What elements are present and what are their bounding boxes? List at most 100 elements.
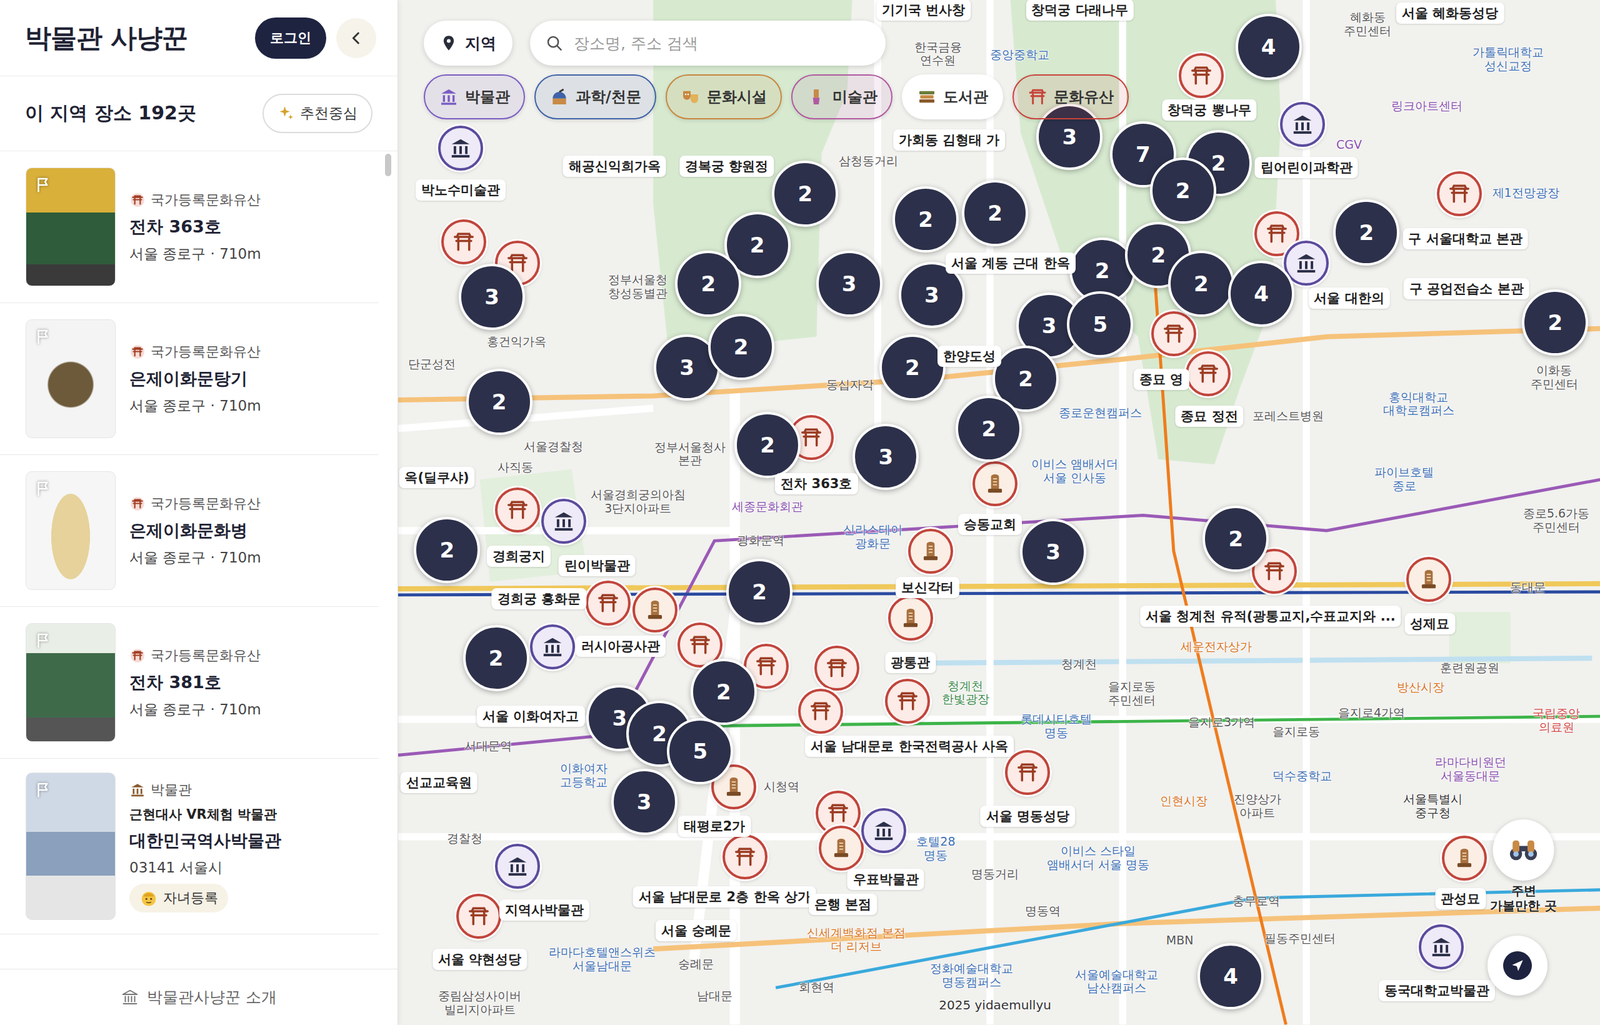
map-cluster[interactable]: 2 [466, 368, 533, 435]
map-poi-label[interactable]: 서울 계동 근대 한옥 [945, 252, 1076, 274]
map-cluster[interactable]: 2 [463, 625, 530, 692]
filter-chip[interactable]: 박물관 [423, 74, 525, 120]
map-poi-label[interactable]: 창덕궁 다래나무 [1025, 0, 1134, 21]
map-pin[interactable] [1005, 750, 1050, 795]
map-cluster[interactable]: 2 [1168, 250, 1235, 317]
map-cluster[interactable]: 4 [1197, 943, 1264, 1010]
flag-icon[interactable] [33, 327, 53, 347]
nearby-button[interactable] [1493, 819, 1555, 881]
map-cluster[interactable]: 4 [1228, 260, 1295, 327]
map-pin[interactable] [441, 219, 487, 265]
map-pin[interactable] [495, 843, 540, 889]
flag-icon[interactable] [33, 479, 53, 499]
map-cluster[interactable]: 2 [690, 658, 757, 725]
map-poi-label[interactable]: 서울 대한의 [1308, 287, 1390, 309]
region-button[interactable]: 지역 [423, 20, 513, 66]
map-cluster[interactable]: 2 [1150, 157, 1217, 224]
map-cluster[interactable]: 2 [961, 180, 1029, 247]
place-item[interactable]: 박물관근현대사 VR체험 박물관대한민국역사박물관03141 서울시자녀등록 [0, 758, 379, 935]
map-pin[interactable] [908, 528, 954, 574]
map-pin[interactable] [1406, 556, 1452, 602]
sort-button[interactable]: 추천중심 [262, 93, 373, 134]
map-poi-label[interactable]: 서울 남대문로 2층 한옥 상가 [633, 886, 817, 908]
map-cluster[interactable]: 3 [1020, 518, 1087, 585]
map-cluster[interactable]: 2 [675, 250, 742, 317]
map-poi-label[interactable]: 해공신익희가옥 [563, 155, 667, 177]
map-pin[interactable] [722, 834, 768, 880]
map-poi-label[interactable]: 가회동 김형태 가 [893, 129, 1006, 151]
map-poi-label[interactable]: 서울 이화여자고 [476, 705, 585, 727]
search-input[interactable] [572, 33, 871, 54]
filter-chip[interactable]: 미술관 [791, 74, 893, 120]
map-poi-label[interactable]: 종묘 영 [1133, 368, 1189, 390]
map-cluster[interactable]: 2 [771, 160, 839, 227]
map-cluster[interactable]: 2 [892, 186, 959, 253]
map-poi-label[interactable]: 경희궁 흥화문 [491, 588, 587, 610]
flag-icon[interactable] [33, 780, 53, 800]
map-cluster[interactable]: 2 [708, 313, 775, 380]
map-cluster[interactable]: 5 [666, 718, 734, 785]
map-cluster[interactable]: 3 [611, 768, 678, 835]
map-pin[interactable] [1185, 351, 1231, 397]
flag-icon[interactable] [33, 631, 53, 650]
map-cluster[interactable]: 2 [879, 334, 946, 401]
map-pin[interactable] [885, 678, 930, 724]
map-poi-label[interactable]: 전차 363호 [775, 473, 858, 495]
map-pin[interactable] [541, 498, 587, 544]
map-poi-label[interactable]: 린이박물관 [558, 555, 636, 577]
map-poi-label[interactable]: 구 공업전습소 본관 [1403, 278, 1530, 300]
list-scrollbar[interactable] [383, 153, 393, 969]
map-poi-label[interactable]: 한양도성 [937, 345, 1002, 367]
scrollbar-thumb[interactable] [385, 153, 392, 177]
login-button[interactable]: 로그인 [255, 17, 327, 59]
filter-chip[interactable]: 문화유산 [1012, 74, 1129, 120]
map-poi-label[interactable]: 선교교육원 [400, 771, 478, 794]
locate-button[interactable] [1487, 935, 1548, 996]
map-pin[interactable] [495, 487, 540, 533]
map-cluster[interactable]: 2 [955, 395, 1022, 462]
map-cluster[interactable]: 2 [413, 516, 480, 584]
filter-chip[interactable]: 도서관 [901, 74, 1004, 120]
map-poi-label[interactable]: 박노수미술관 [415, 179, 506, 201]
map-cluster[interactable]: 2 [1333, 199, 1400, 266]
map-pin[interactable] [438, 125, 484, 171]
map-pin[interactable] [818, 825, 864, 871]
map-poi-label[interactable]: 기기국 번사창 [876, 0, 971, 21]
map-poi-label[interactable]: 우표박물관 [847, 868, 925, 890]
map-cluster[interactable]: 2 [1521, 289, 1589, 356]
map-cluster[interactable]: 4 [1235, 13, 1302, 80]
map-poi-label[interactable]: 창덕궁 뽕나무 [1161, 99, 1257, 121]
map-poi-label[interactable]: 옥(딜쿠샤) [398, 466, 475, 489]
map-pin[interactable] [1441, 835, 1487, 881]
map-pin[interactable] [1418, 924, 1464, 970]
map-pin[interactable] [1178, 53, 1224, 99]
map-poi-label[interactable]: 지역사박물관 [499, 899, 590, 921]
map-poi-label[interactable]: 서울 약현성당 [432, 948, 527, 970]
map-pin[interactable] [456, 893, 502, 939]
filter-chip[interactable]: 문화시설 [665, 74, 782, 120]
map-poi-label[interactable]: 서울 명동성당 [980, 805, 1075, 827]
map-poi-label[interactable]: 보신각터 [895, 576, 960, 599]
map-cluster[interactable]: 5 [1066, 291, 1134, 358]
filter-chip[interactable]: 과학/천문 [534, 74, 657, 120]
map-poi-label[interactable]: 경복궁 향원정 [679, 155, 774, 177]
flag-icon[interactable] [33, 175, 53, 195]
map-pin[interactable] [798, 688, 844, 734]
map-poi-label[interactable]: 승동교회 [958, 513, 1022, 535]
place-item[interactable]: 국가등록문화유산은제이화문탕기서울 종로구 · 710m [0, 303, 379, 455]
map-poi-label[interactable]: 구 서울대학교 본관 [1402, 228, 1529, 250]
map-poi-label[interactable]: 종묘 정전 [1175, 405, 1244, 427]
map-poi-label[interactable]: 경희궁지 [486, 545, 551, 567]
map-cluster[interactable]: 3 [816, 250, 883, 317]
map-poi-label[interactable]: 동국대학교박물관 [1378, 980, 1495, 1002]
map-poi-label[interactable]: 러시아공사관 [575, 635, 666, 657]
map-pin[interactable] [1280, 101, 1325, 147]
search-field[interactable] [530, 20, 886, 66]
map-cluster[interactable]: 2 [726, 558, 793, 625]
map-pin[interactable] [1436, 171, 1482, 217]
map-poi-label[interactable]: 성제묘 [1404, 613, 1455, 635]
map-poi-label[interactable]: 서울 청계천 유적(광통교지,수표교지와 ... [1140, 605, 1401, 627]
map-poi-label[interactable]: 태평로2가 [678, 815, 752, 837]
map-poi-label[interactable]: 광통관 [885, 651, 936, 674]
map-pin[interactable] [530, 624, 575, 670]
